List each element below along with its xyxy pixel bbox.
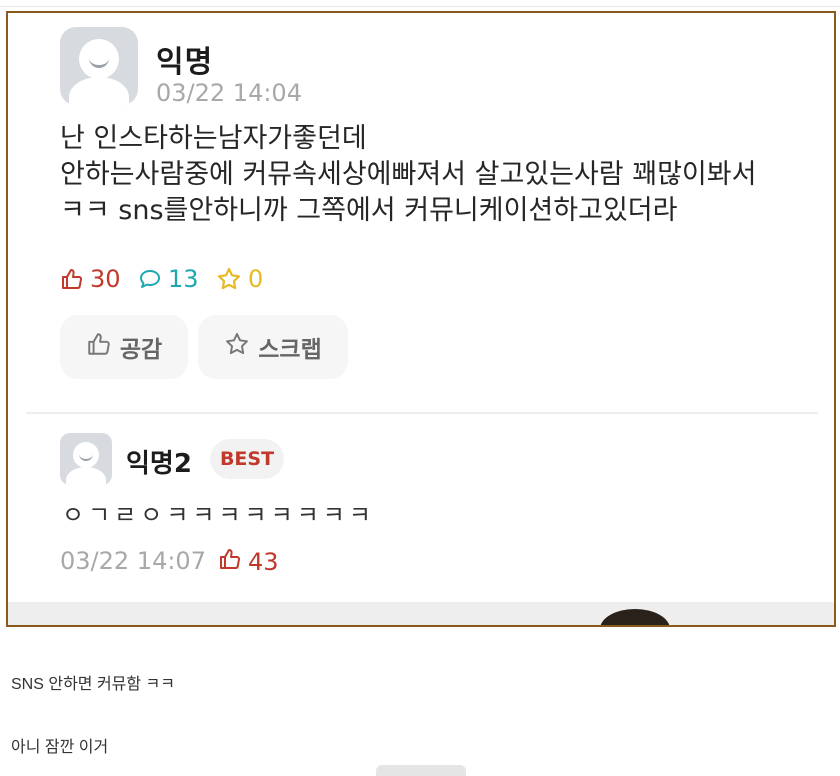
post-body-line: ㅋㅋ sns를안하니까 그쪽에서 커뮤니케이션하고있더라 [60, 195, 678, 226]
post-body: 난 인스타하는남자가좋던데 안하는사람중에 커뮤속세상에빠져서 살고있는사람 꽤… [60, 121, 820, 229]
best-badge: BEST [210, 439, 284, 479]
caption-text: SNS 안하면 커뮤함 ㅋㅋ [11, 676, 175, 693]
thumbs-up-icon [86, 331, 112, 363]
scrap-button-label: 스크랩 [258, 337, 322, 363]
speech-bubble-icon [138, 267, 162, 291]
next-image-strip [8, 602, 834, 625]
comment-like-number: 43 [248, 548, 279, 576]
comment-author-name: 익명2 [126, 449, 192, 479]
section-divider [26, 412, 818, 414]
screenshot-frame: 익명 03/22 14:04 난 인스타하는남자가좋던데 안하는사람중에 커뮤속… [6, 11, 836, 627]
like-count-stat: 30 [60, 265, 121, 293]
next-image-thumbnail [376, 765, 466, 776]
post-body-line: 안하는사람중에 커뮤속세상에빠져서 살고있는사람 꽤많이봐서 [60, 159, 757, 190]
post-timestamp: 03/22 14:04 [156, 79, 302, 107]
comment-avatar-icon[interactable] [60, 433, 112, 485]
comment-timestamp: 03/22 14:07 [60, 547, 206, 575]
caption-text: 아니 잠깐 이거 [11, 739, 109, 756]
comment-like-count[interactable]: 43 [218, 547, 279, 577]
post-author-name: 익명 [156, 45, 214, 80]
comment-count-stat: 13 [138, 265, 199, 293]
post-body-line: 난 인스타하는남자가좋던데 [60, 123, 367, 154]
top-divider [0, 0, 840, 7]
post-avatar-icon[interactable] [60, 27, 138, 105]
thumbs-up-icon [218, 547, 242, 577]
star-icon [224, 331, 250, 363]
page: 익명 03/22 14:04 난 인스타하는남자가좋던데 안하는사람중에 커뮤속… [0, 0, 840, 776]
thumbs-up-icon [60, 267, 84, 291]
like-count: 30 [90, 265, 121, 293]
scrap-button[interactable]: 스크랩 [198, 315, 348, 379]
scrap-count-stat: 0 [216, 265, 263, 293]
star-icon [216, 266, 242, 292]
like-button-label: 공감 [119, 337, 163, 363]
like-button[interactable]: 공감 [60, 315, 188, 379]
scrap-count: 0 [248, 265, 264, 293]
comment-count: 13 [168, 265, 199, 293]
comment-text: ㅇㄱㄹㅇㅋㅋㅋㅋㅋㅋㅋㅋ [62, 501, 375, 529]
